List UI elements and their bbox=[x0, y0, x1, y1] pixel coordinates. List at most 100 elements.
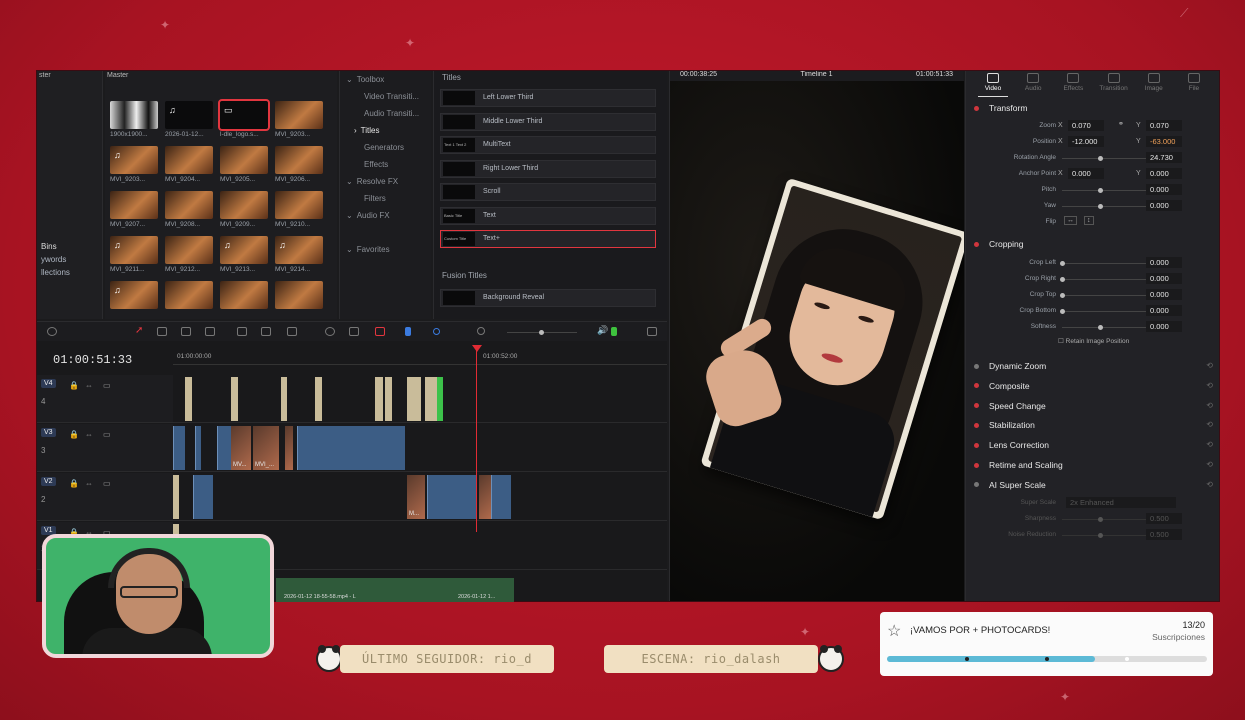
collections-item[interactable]: llections bbox=[37, 265, 102, 278]
title-item[interactable]: Custom Title Text+ bbox=[440, 230, 656, 248]
enable-dot-icon[interactable] bbox=[974, 442, 979, 448]
timeline-clip[interactable] bbox=[491, 475, 511, 519]
position-y-field[interactable]: -63.000 bbox=[1146, 136, 1182, 147]
fullscreen-icon[interactable] bbox=[647, 327, 657, 336]
media-clip[interactable]: ♫ MVI_9203... bbox=[110, 146, 158, 183]
timeline-clip[interactable] bbox=[231, 377, 238, 421]
crop-top-slider[interactable] bbox=[1060, 293, 1146, 298]
title-item[interactable]: Text 1 Text 2 MultiText bbox=[440, 136, 656, 154]
crop-left-field[interactable]: 0.000 bbox=[1146, 257, 1182, 268]
rotation-field[interactable]: 24.730 bbox=[1146, 152, 1182, 163]
timeline-clip[interactable] bbox=[173, 475, 179, 519]
media-clip[interactable]: MVI_9210... bbox=[275, 191, 323, 228]
zoom-y-field[interactable]: 0.070 bbox=[1146, 120, 1182, 131]
reset-icon[interactable]: ⟲ bbox=[1206, 440, 1213, 449]
playhead-handle[interactable] bbox=[472, 345, 482, 352]
reset-icon[interactable]: ⟲ bbox=[1206, 420, 1213, 429]
reset-icon[interactable]: ⟲ bbox=[1206, 480, 1213, 489]
media-clip[interactable] bbox=[275, 281, 323, 311]
viewer-image[interactable] bbox=[670, 81, 964, 601]
effects-tree-item[interactable]: ⌄ Resolve FX bbox=[340, 173, 431, 190]
blade-tool-icon[interactable] bbox=[205, 327, 215, 336]
enable-dot-icon[interactable] bbox=[974, 105, 979, 111]
timeline-clip[interactable] bbox=[297, 426, 405, 470]
media-clip[interactable]: 1900x1900... bbox=[110, 101, 158, 138]
flag-icon[interactable] bbox=[405, 327, 411, 336]
timeline-clip[interactable] bbox=[173, 426, 185, 470]
softness-field[interactable]: 0.000 bbox=[1146, 321, 1182, 332]
inspector-tab[interactable]: Video bbox=[978, 73, 1008, 97]
media-clip[interactable] bbox=[165, 281, 213, 311]
media-clip[interactable] bbox=[220, 281, 268, 311]
pitch-slider[interactable] bbox=[1062, 188, 1146, 193]
timeline-clip[interactable]: M... bbox=[407, 475, 425, 519]
enable-dot-icon[interactable] bbox=[974, 462, 979, 468]
softness-slider[interactable] bbox=[1062, 325, 1146, 330]
inspector-section-header[interactable]: Composite bbox=[974, 379, 1030, 393]
timeline-clip[interactable] bbox=[375, 377, 383, 421]
crop-bottom-field[interactable]: 0.000 bbox=[1146, 305, 1182, 316]
flip-vertical-icon[interactable]: ↕ bbox=[1084, 216, 1094, 225]
transform-header[interactable]: Transform bbox=[974, 101, 1027, 115]
track-lane[interactable] bbox=[173, 375, 667, 423]
title-item[interactable]: Right Lower Third bbox=[440, 159, 656, 178]
lock-icon[interactable]: 🔒 bbox=[69, 430, 79, 439]
crop-top-field[interactable]: 0.000 bbox=[1146, 289, 1182, 300]
crop-right-slider[interactable] bbox=[1060, 277, 1146, 282]
insert-clip-icon[interactable] bbox=[237, 327, 247, 336]
inspector-tab[interactable]: Image bbox=[1139, 73, 1169, 97]
reset-icon[interactable]: ⟲ bbox=[1206, 381, 1213, 390]
enable-dot-icon[interactable] bbox=[974, 383, 979, 389]
crop-left-slider[interactable] bbox=[1060, 261, 1146, 266]
overwrite-clip-icon[interactable] bbox=[261, 327, 271, 336]
effects-tree-item[interactable]: Audio Transiti... bbox=[340, 105, 431, 122]
track-lane[interactable]: M... bbox=[173, 473, 667, 521]
timeline-name[interactable]: Timeline 1 bbox=[800, 71, 832, 81]
media-clip[interactable]: MVI_9205... bbox=[220, 146, 268, 183]
snapping-icon[interactable] bbox=[325, 327, 335, 336]
cropping-header[interactable]: Cropping bbox=[974, 237, 1024, 251]
inspector-section-header[interactable]: Speed Change bbox=[974, 399, 1046, 413]
keywords-item[interactable]: ywords bbox=[37, 252, 102, 265]
monitor-icon[interactable]: ▭ bbox=[103, 479, 111, 488]
audio-clip[interactable]: 2026-01-12 18-55-58.mp4 - L 2026-01-12 1… bbox=[276, 578, 514, 602]
media-clip[interactable]: MVI_9203... bbox=[275, 101, 323, 138]
inspector-tab[interactable]: File bbox=[1179, 73, 1209, 97]
effects-tree-item[interactable]: Effects bbox=[340, 156, 431, 173]
media-clip[interactable]: MVI_9209... bbox=[220, 191, 268, 228]
title-item-background-reveal[interactable]: Background Reveal bbox=[440, 289, 656, 307]
title-item[interactable]: Middle Lower Third bbox=[440, 112, 656, 131]
monitor-icon[interactable]: ▭ bbox=[103, 381, 111, 390]
trim-tool-icon[interactable] bbox=[157, 327, 167, 336]
audio-icon[interactable]: 🔊 bbox=[597, 325, 608, 335]
lock-icon[interactable]: 🔒 bbox=[69, 479, 79, 488]
zoom-icon[interactable] bbox=[477, 327, 485, 335]
link-icon[interactable]: ⚭ bbox=[1118, 120, 1124, 128]
track-lane[interactable]: MV... MVI_... bbox=[173, 424, 667, 472]
lock-icon[interactable] bbox=[375, 327, 385, 336]
monitor-icon[interactable]: ▭ bbox=[103, 430, 111, 439]
timeline-clip[interactable] bbox=[427, 475, 477, 519]
track-header[interactable]: V2 2 🔒 ⇔ ▭ bbox=[37, 473, 173, 521]
timeline-clip[interactable] bbox=[185, 377, 192, 421]
position-x-field[interactable]: -12.000 bbox=[1068, 136, 1104, 147]
enable-dot-icon[interactable] bbox=[974, 482, 979, 488]
playhead[interactable] bbox=[476, 346, 477, 532]
sharpness-field[interactable]: 0.500 bbox=[1146, 513, 1182, 524]
effects-tree-item[interactable]: Filters bbox=[340, 190, 431, 207]
track-header[interactable]: V3 3 🔒 ⇔ ▭ bbox=[37, 424, 173, 472]
effects-tree-item[interactable]: › Titles bbox=[340, 122, 431, 139]
timeline-clip[interactable] bbox=[195, 426, 201, 470]
timeline-clip[interactable] bbox=[281, 377, 287, 421]
crop-right-field[interactable]: 0.000 bbox=[1146, 273, 1182, 284]
timeline-ruler[interactable]: 01:00:00:00 01:00:52:00 bbox=[173, 351, 667, 365]
anchor-y-field[interactable]: 0.000 bbox=[1146, 168, 1182, 179]
auto-select-icon[interactable]: ⇔ bbox=[85, 381, 93, 390]
auto-select-icon[interactable]: ⇔ bbox=[85, 479, 93, 488]
timeline-zoom-slider[interactable] bbox=[507, 330, 577, 335]
timeline-clip[interactable] bbox=[425, 377, 437, 421]
retain-image-position-checkbox[interactable]: ☐ Retain Image Position bbox=[1058, 337, 1129, 345]
flip-horizontal-icon[interactable]: ↔ bbox=[1064, 216, 1077, 225]
media-clip[interactable]: ▭ l-dle_logo.s... bbox=[218, 99, 270, 138]
timeline-clip[interactable]: MVI_... bbox=[253, 426, 279, 470]
